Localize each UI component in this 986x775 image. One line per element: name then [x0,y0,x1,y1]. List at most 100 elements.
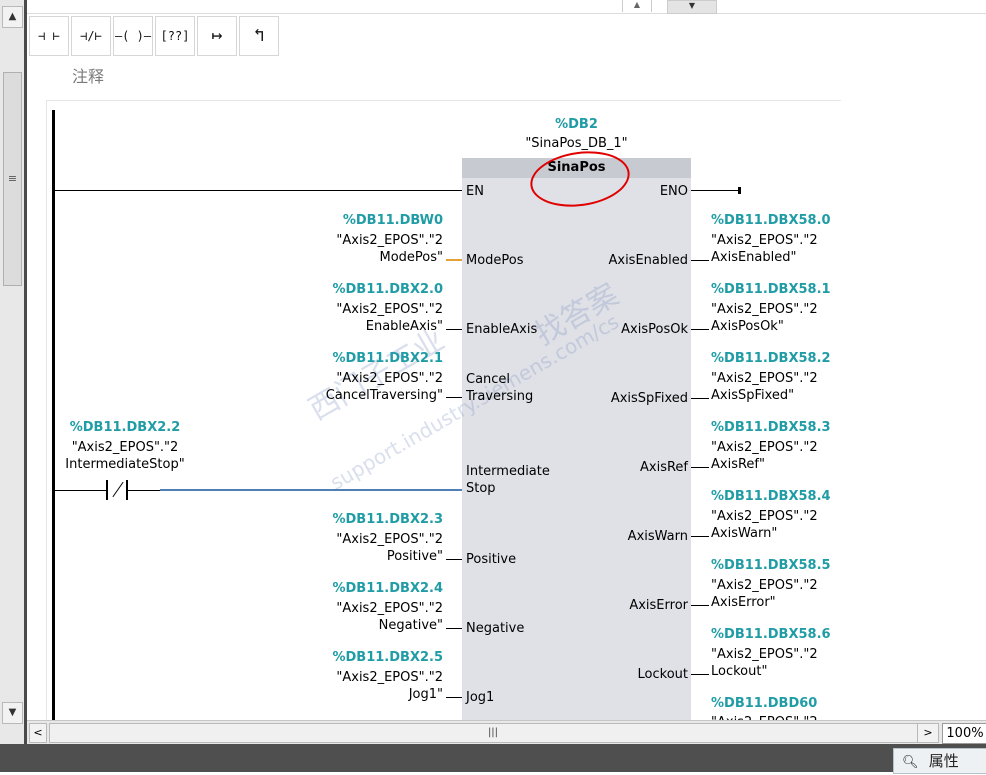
input-address[interactable]: %DB11.DBX2.4 [250,581,443,596]
eno-wire [691,190,739,191]
output-coil-button[interactable]: –( )– [113,16,153,56]
input-address[interactable]: %DB11.DBX2.0 [250,282,443,297]
output-address[interactable]: %DB11.DBX58.3 [711,420,831,435]
pin-positive: Positive [466,552,517,567]
lockout-wire [691,674,709,675]
input-tag-line2[interactable]: CancelTraversing" [250,387,443,404]
sinapos-block[interactable] [462,158,691,728]
input-tag-line2[interactable]: EnableAxis" [250,318,443,335]
output-address[interactable]: %DB11.DBX58.1 [711,282,831,297]
output-tag-line2[interactable]: AxisPosOk" [711,318,784,335]
output-tag-line1[interactable]: "Axis2_EPOS"."2 [711,577,818,594]
pin-traversing: Traversing [466,389,534,404]
eno-terminal [738,187,741,194]
canceltraversing-wire [446,397,462,398]
input-address[interactable]: %DB11.DBX2.1 [250,351,443,366]
ladder-toolbar: ⊣ ⊢ ⊣/⊢ –( )– [??] ↦ ↰ [27,13,986,61]
horizontal-scrollbar-thumb[interactable]: ||| [49,723,937,743]
output-tag-line2[interactable]: AxisSpFixed" [711,387,794,404]
contact-tag-line2[interactable]: IntermediateStop" [40,456,210,473]
scroll-up-button[interactable]: ▲ [2,6,23,28]
input-tag-line1[interactable]: "Axis2_EPOS"."2 [250,232,443,249]
normally-open-contact-icon: ⊣ ⊢ [38,29,60,43]
scroll-down-button[interactable]: ▼ [2,702,23,724]
input-address[interactable]: %DB11.DBX2.3 [250,512,443,527]
pin-axisenabled: AxisEnabled [608,253,688,268]
input-address[interactable]: %DB11.DBX2.5 [250,650,443,665]
contact-address[interactable]: %DB11.DBX2.2 [40,420,210,435]
modepos-wire [446,259,462,261]
input-tag-line1[interactable]: "Axis2_EPOS"."2 [250,669,443,686]
contact-right-wire [128,490,160,491]
close-branch-button[interactable]: ↰ [239,16,279,56]
pin-axiserror: AxisError [629,598,688,613]
normally-open-contact-button[interactable]: ⊣ ⊢ [29,16,69,56]
output-address[interactable]: %DB11.DBX58.4 [711,489,831,504]
collapse-up-icon[interactable]: ▲ [622,0,652,12]
output-tag-line1[interactable]: "Axis2_EPOS"."2 [711,508,818,525]
collapse-down-icon[interactable]: ▼ [667,0,717,14]
vertical-scrollbar[interactable]: ▲ ≡ ▼ [0,0,25,744]
output-tag-line2[interactable]: AxisError" [711,594,776,611]
input-tag-line2[interactable]: Positive" [250,548,443,565]
pin-stop: Stop [466,481,496,496]
output-tag-line2[interactable]: AxisRef" [711,456,765,473]
contact-left-wire [55,490,107,491]
normally-closed-contact-icon: ⊣/⊢ [80,29,102,43]
scroll-right-button[interactable]: > [917,723,939,743]
input-tag-line1[interactable]: "Axis2_EPOS"."2 [250,531,443,548]
output-address[interactable]: %DB11.DBX58.0 [711,213,831,228]
pin-negative: Negative [466,621,525,636]
output-tag-line2[interactable]: Lockout" [711,663,767,680]
network-comment[interactable]: 注释 [72,63,104,87]
open-branch-button[interactable]: ↦ [197,16,237,56]
output-tag-line2[interactable]: AxisWarn" [711,525,777,542]
scroll-left-button[interactable]: < [29,723,47,743]
pin-cancel: Cancel [466,372,511,387]
axisposok-wire [691,329,709,330]
enableaxis-wire [446,329,462,330]
pin-eno: ENO [659,184,688,199]
scrollbar-thumb[interactable]: ≡ [3,72,22,286]
input-tag-line1[interactable]: "Axis2_EPOS"."2 [250,600,443,617]
pin-lockout: Lockout [637,667,688,682]
output-tag-line1[interactable]: "Axis2_EPOS"."2 [711,370,818,387]
instance-db-name[interactable]: "SinaPos_DB_1" [462,135,691,152]
output-tag-line1[interactable]: "Axis2_EPOS"."2 [711,439,818,456]
input-tag-line2[interactable]: ModePos" [250,249,443,266]
input-address[interactable]: %DB11.DBW0 [250,213,443,228]
negative-wire [446,628,462,629]
zoom-level[interactable]: 100% [942,723,986,744]
output-tag-line2[interactable]: AxisEnabled" [711,249,796,266]
properties-button[interactable]: 🔍︎ 属性 [893,748,986,774]
input-tag-line2[interactable]: Negative" [250,617,443,634]
properties-icon: 🔍︎ [902,755,919,770]
output-tag-line1[interactable]: "Axis2_EPOS"."2 [711,232,818,249]
empty-box-icon: [??] [160,29,190,43]
output-address[interactable]: %DB11.DBX58.5 [711,558,831,573]
normally-closed-contact-button[interactable]: ⊣/⊢ [71,16,111,56]
output-tag-line1[interactable]: "Axis2_EPOS"."2 [711,301,818,318]
pin-axisspfixed: AxisSpFixed [610,391,688,406]
top-strip: ▲ ▼ [27,0,986,14]
contact-tag-line1[interactable]: "Axis2_EPOS"."2 [40,439,210,456]
output-tag-line1[interactable]: "Axis2_EPOS"."2 [711,646,818,663]
input-tag-line1[interactable]: "Axis2_EPOS"."2 [250,370,443,387]
horizontal-scrollbar[interactable]: < ||| > 100% [27,720,986,745]
output-address[interactable]: %DB11.DBX58.6 [711,627,831,642]
axisref-wire [691,467,709,468]
close-branch-icon: ↰ [253,25,265,46]
en-wire [55,190,462,191]
open-branch-icon: ↦ [211,25,223,46]
instance-db-address[interactable]: %DB2 [462,117,691,132]
input-tag-line1[interactable]: "Axis2_EPOS"."2 [250,301,443,318]
pin-intermediate: Intermediate [466,464,550,479]
output-address[interactable]: %DB11.DBD60 [711,696,817,711]
pin-axisposok: AxisPosOk [621,322,688,337]
empty-box-button[interactable]: [??] [155,16,195,56]
positive-wire [446,559,462,560]
input-tag-line2[interactable]: Jog1" [250,686,443,703]
output-coil-icon: –( )– [114,29,152,43]
axisspfixed-wire [691,398,709,399]
output-address[interactable]: %DB11.DBX58.2 [711,351,831,366]
